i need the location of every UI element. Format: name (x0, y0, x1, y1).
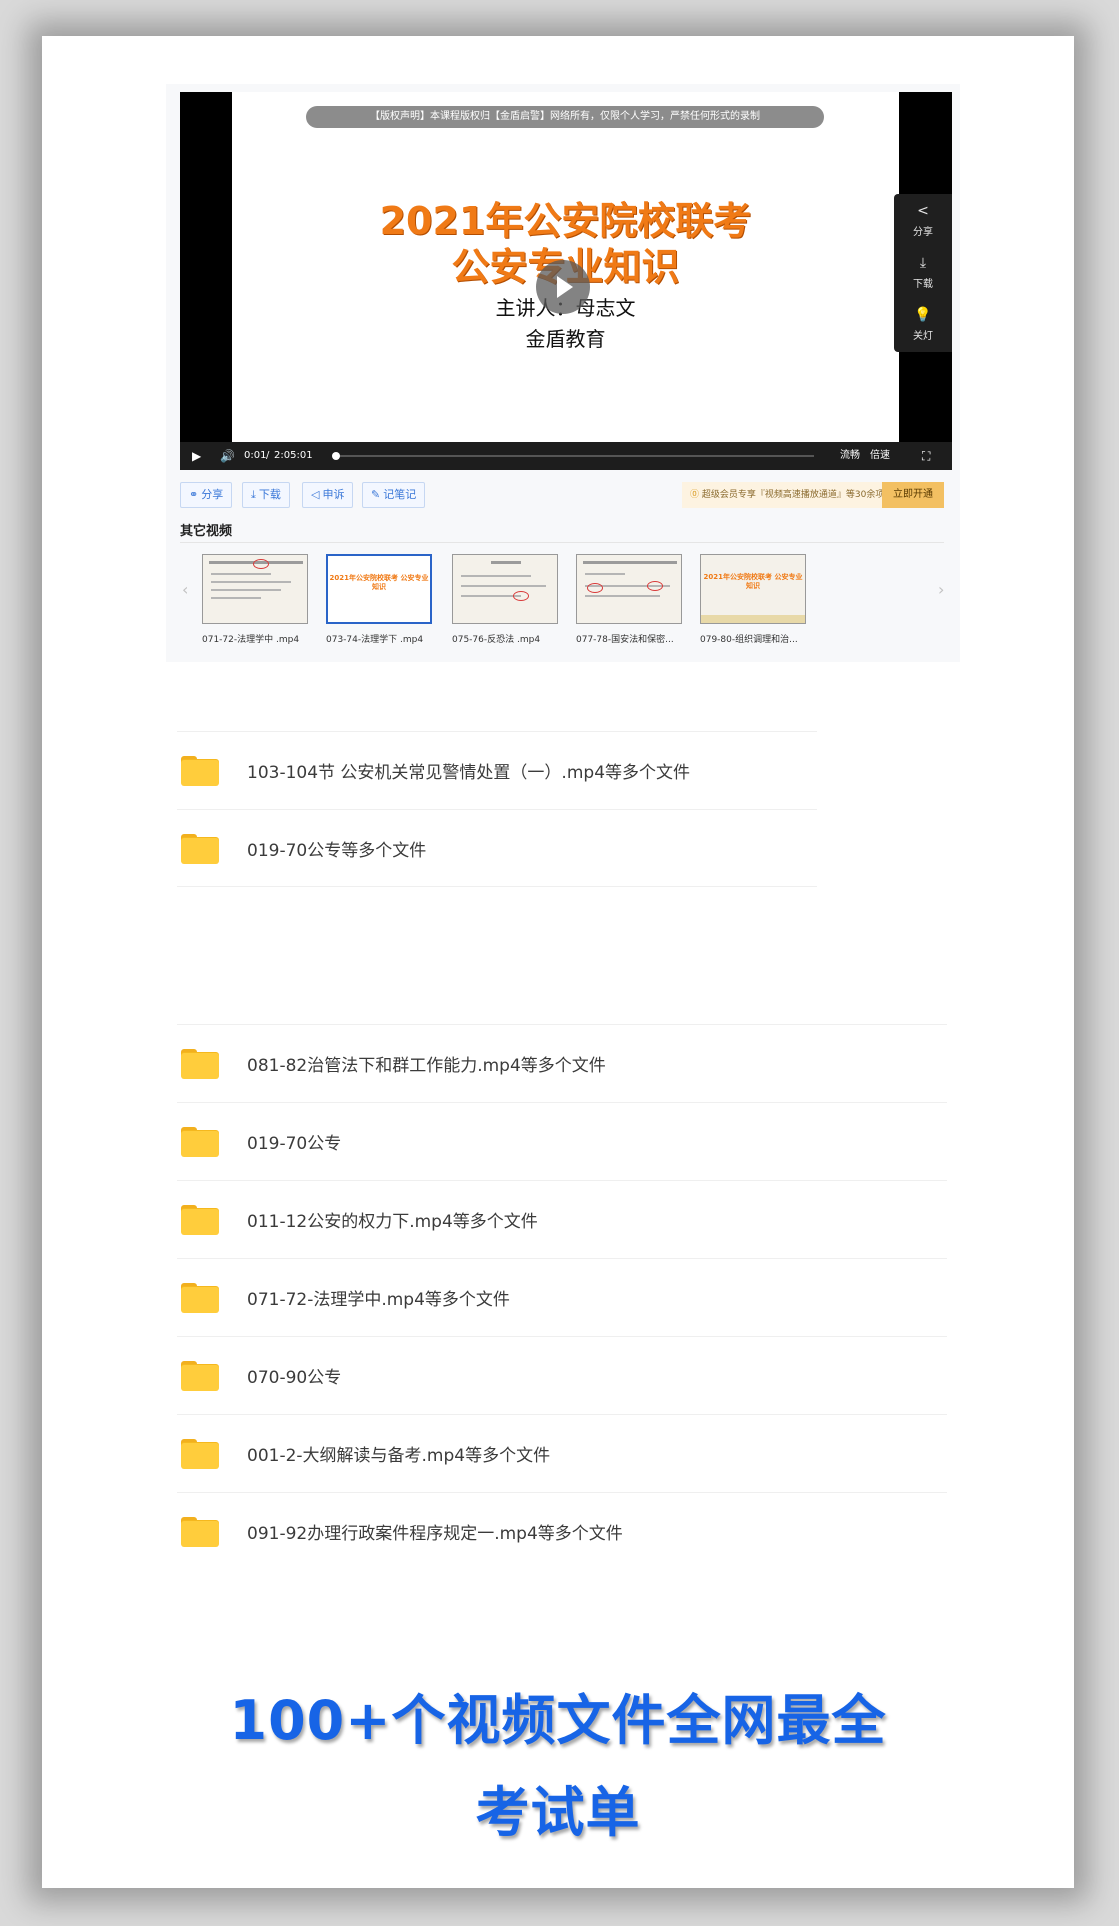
folder-name: 071-72-法理学中.mp4等多个文件 (247, 1290, 510, 1310)
folder-name: 001-2-大纲解读与备考.mp4等多个文件 (247, 1446, 551, 1466)
side-lights-off-button[interactable]: 💡 关灯 (894, 298, 952, 350)
video-thumbnail[interactable]: 075-76-反恐法 .mp4 (452, 554, 558, 645)
pencil-icon: ✎ (371, 488, 381, 501)
share-icon: < (917, 203, 929, 219)
thumbnail-slide-title: 2021年公安院校联考 公安专业知识 (329, 574, 429, 591)
quality-button[interactable]: 流畅 (840, 442, 860, 470)
list-item[interactable]: 070-90公专 (177, 1336, 947, 1414)
thumbnail-caption: 079-80-组织调理和治... (700, 635, 798, 645)
time-separator: / (266, 450, 270, 461)
download-label: 下载 (258, 488, 281, 501)
list-item[interactable]: 103-104节 公安机关常见警情处置（一）.mp4等多个文件 (177, 731, 817, 809)
play-icon[interactable]: ▶ (192, 442, 201, 470)
side-share-label: 分享 (913, 227, 933, 238)
thumbnail-image: 2021年公安院校联考 公安专业知识 (700, 554, 806, 624)
video-thumbnail[interactable]: 2021年公安院校联考 公安专业知识 079-80-组织调理和治... (700, 554, 806, 645)
thumbnail-caption: 073-74-法理学下 .mp4 (326, 635, 424, 645)
folder-icon (181, 834, 219, 864)
video-player[interactable]: 【版权声明】本课程版权归【金盾启警】网络所有，仅限个人学习，严禁任何形式的录制 … (180, 92, 952, 470)
list-item[interactable]: 071-72-法理学中.mp4等多个文件 (177, 1258, 947, 1336)
time-current: 0:01 (244, 450, 267, 461)
lightbulb-icon: 💡 (914, 307, 932, 323)
report-label: 申诉 (322, 488, 345, 501)
folder-name: 081-82治管法下和群工作能力.mp4等多个文件 (247, 1056, 606, 1076)
folder-icon (181, 1439, 219, 1469)
report-button[interactable]: ◁ 申诉 (302, 482, 354, 508)
chevron-left-icon[interactable]: ‹ (182, 580, 188, 599)
file-list-top: 103-104节 公安机关常见警情处置（一）.mp4等多个文件 019-70公专… (177, 731, 817, 887)
thumbnail-caption: 075-76-反恐法 .mp4 (452, 635, 541, 645)
side-lights-off-label: 关灯 (913, 331, 933, 342)
vip-promo-text: 超级会员专享『视频高速播放通道』等30余项特权 (701, 490, 882, 500)
thumbnail-image (452, 554, 558, 624)
side-toolbar: < 分享 ⤓ 下载 💡 关灯 (894, 194, 952, 352)
folder-icon (181, 1361, 219, 1391)
folder-name: 011-12公安的权力下.mp4等多个文件 (247, 1212, 538, 1232)
list-item[interactable]: 001-2-大纲解读与备考.mp4等多个文件 (177, 1414, 947, 1492)
headline-line2: 考试单 (475, 1781, 641, 1844)
thumbnail-slide-title: 2021年公安院校联考 公安专业知识 (703, 573, 803, 590)
side-download-label: 下载 (913, 279, 933, 290)
copyright-notice: 【版权声明】本课程版权归【金盾启警】网络所有，仅限个人学习，严禁任何形式的录制 (306, 106, 824, 128)
megaphone-icon: ◁ (311, 488, 320, 501)
control-bar: ▶ 🔊 0:01 / 2:05:01 流畅 倍速 ⛶ (180, 442, 952, 470)
side-download-button[interactable]: ⤓ 下载 (894, 246, 952, 298)
share-icon: ⚭ (189, 488, 199, 501)
download-button[interactable]: ⤓ 下载 (242, 482, 290, 508)
folder-name: 019-70公专 (247, 1134, 342, 1154)
folder-icon (181, 1205, 219, 1235)
notes-label: 记笔记 (383, 488, 417, 501)
headline-line1: 100+个视频文件全网最全 (229, 1689, 887, 1752)
fullscreen-icon[interactable]: ⛶ (922, 442, 930, 470)
video-thumbnail[interactable]: 077-78-国安法和保密... (576, 554, 682, 645)
folder-icon (181, 756, 219, 786)
list-item[interactable]: 011-12公安的权力下.mp4等多个文件 (177, 1180, 947, 1258)
thumbnail-caption: 077-78-国安法和保密... (576, 635, 674, 645)
divider (180, 542, 944, 543)
vip-badge-icon: ⓪ (690, 490, 702, 500)
vip-open-button[interactable]: 立即开通 (882, 482, 944, 508)
volume-icon[interactable]: 🔊 (220, 442, 235, 470)
content-card: 【版权声明】本课程版权归【金盾启警】网络所有，仅限个人学习，严禁任何形式的录制 … (42, 36, 1074, 1888)
speed-button[interactable]: 倍速 (870, 442, 890, 470)
slide-organization: 金盾教育 (525, 327, 606, 351)
folder-name: 070-90公专 (247, 1368, 342, 1388)
folder-name: 103-104节 公安机关常见警情处置（一）.mp4等多个文件 (247, 763, 691, 783)
vip-promo: ⓪ 超级会员专享『视频高速播放通道』等30余项特权 (682, 482, 882, 508)
file-list-bottom: 081-82治管法下和群工作能力.mp4等多个文件 019-70公专 011-1… (177, 1024, 947, 1570)
list-item[interactable]: 081-82治管法下和群工作能力.mp4等多个文件 (177, 1024, 947, 1102)
notes-button[interactable]: ✎ 记笔记 (362, 482, 426, 508)
video-page-screenshot: 【版权声明】本课程版权归【金盾启警】网络所有，仅限个人学习，严禁任何形式的录制 … (166, 84, 960, 662)
thumbnail-caption: 071-72-法理学中 .mp4 (202, 635, 300, 645)
folder-icon (181, 1049, 219, 1079)
progress-handle[interactable] (332, 452, 340, 460)
video-frame: 【版权声明】本课程版权归【金盾启警】网络所有，仅限个人学习，严禁任何形式的录制 … (232, 92, 899, 442)
list-item[interactable]: 091-92办理行政案件程序规定一.mp4等多个文件 (177, 1492, 947, 1570)
big-play-icon[interactable] (536, 260, 590, 314)
other-videos-title: 其它视频 (180, 524, 233, 539)
list-item[interactable]: 019-70公专 (177, 1102, 947, 1180)
download-icon: ⤓ (919, 255, 927, 271)
thumbnail-image: 2021年公安院校联考 公安专业知识 (326, 554, 432, 624)
side-share-button[interactable]: < 分享 (894, 194, 952, 246)
download-icon: ⤓ (251, 488, 256, 501)
folder-name: 019-70公专等多个文件 (247, 841, 427, 861)
folder-icon (181, 1127, 219, 1157)
video-thumbnail-active[interactable]: 2021年公安院校联考 公安专业知识 073-74-法理学下 .mp4 (326, 554, 432, 645)
share-label: 分享 (201, 488, 224, 501)
folder-icon (181, 1517, 219, 1547)
thumbnail-image (576, 554, 682, 624)
folder-icon (181, 1283, 219, 1313)
time-total: 2:05:01 (274, 450, 313, 461)
progress-bar[interactable] (334, 455, 814, 457)
chevron-right-icon[interactable]: › (938, 580, 944, 599)
share-button[interactable]: ⚭ 分享 (180, 482, 233, 508)
folder-name: 091-92办理行政案件程序规定一.mp4等多个文件 (247, 1524, 623, 1544)
list-item[interactable]: 019-70公专等多个文件 (177, 809, 817, 887)
thumbnail-image (202, 554, 308, 624)
video-thumbnail[interactable]: 071-72-法理学中 .mp4 (202, 554, 308, 645)
